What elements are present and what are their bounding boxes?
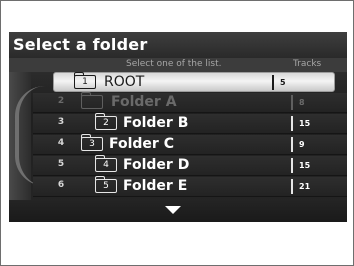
folder-name: Folder E <box>123 178 188 194</box>
folder-icon: 1 <box>74 72 96 89</box>
row-number: 2 <box>57 96 65 106</box>
folder-icon: 4 <box>95 155 117 172</box>
list-header: Select one of the list. Tracks <box>9 58 347 72</box>
folder-list: 1 1 ROOT 5 2 Folder A 8 3 2 Folder B 1 5 … <box>9 72 347 200</box>
folder-row-c[interactable]: 4 3 Folder C 9 <box>33 134 347 155</box>
row-number: 3 <box>57 117 65 127</box>
tracks-count: 8 <box>291 95 321 110</box>
tracks-count: 21 <box>291 179 321 194</box>
row-number: 6 <box>57 180 65 190</box>
folder-name: Folder A <box>111 94 177 110</box>
row-number: 4 <box>57 138 65 148</box>
page-frame: Select a folder Select one of the list. … <box>0 0 354 266</box>
folder-name: Folder D <box>123 157 190 173</box>
tracks-column-header: Tracks <box>293 59 322 69</box>
screen-title: Select a folder <box>13 35 148 54</box>
folder-row-a[interactable]: 2 Folder A 8 <box>33 92 347 113</box>
folder-icon: 2 <box>95 113 117 130</box>
folder-name: Folder C <box>109 136 174 152</box>
tracks-count: 5 <box>272 75 302 90</box>
folder-icon: 3 <box>81 134 103 151</box>
folder-icon: 5 <box>95 176 117 193</box>
display-screen: Select a folder Select one of the list. … <box>9 32 347 222</box>
folder-row-e[interactable]: 6 5 Folder E 21 <box>33 176 347 197</box>
folder-icon <box>81 92 103 109</box>
scroll-down-arrow-icon[interactable] <box>165 206 181 214</box>
tracks-count: 9 <box>291 137 321 152</box>
folder-name: Folder B <box>123 115 189 131</box>
folder-row-root[interactable]: 1 1 ROOT 5 <box>53 72 335 92</box>
row-number: 5 <box>57 159 65 169</box>
instruction-text: Select one of the list. <box>126 59 222 69</box>
folder-name: ROOT <box>104 74 145 90</box>
tracks-count: 15 <box>291 158 321 173</box>
folder-row-b[interactable]: 3 2 Folder B 15 <box>33 113 347 134</box>
tracks-count: 15 <box>291 116 321 131</box>
folder-row-d[interactable]: 5 4 Folder D 15 <box>33 155 347 176</box>
title-bar: Select a folder <box>9 32 347 58</box>
